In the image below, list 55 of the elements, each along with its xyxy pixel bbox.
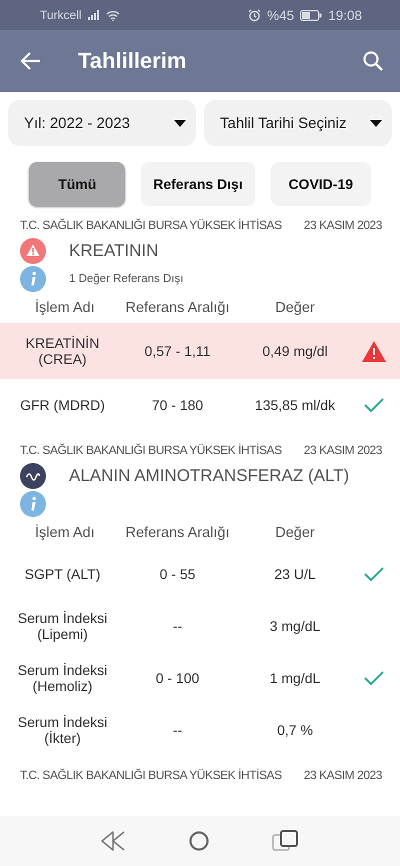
signal-icon (88, 10, 100, 20)
reference-range: -- (172, 722, 184, 738)
test-name: Serum İndeksi (İkter) (16, 714, 108, 746)
result-note: 1 Değer Referans Dışı (69, 273, 184, 285)
battery-icon (300, 10, 322, 20)
result-value: 3 mg/dL (268, 618, 322, 634)
reference-range: -- (172, 618, 184, 634)
result-value: 1 mg/dL (268, 670, 322, 686)
result-value: 23 U/L (273, 566, 317, 582)
test-title: KREATININ (69, 241, 158, 261)
reference-range: 70 - 180 (150, 397, 204, 413)
institution-name: T.C. SAĞLIK BAKANLIĞI BURSA YÜKSEK İHTİSAS (20, 768, 282, 783)
recents-nav-button[interactable] (272, 830, 300, 852)
institution-name: T.C. SAĞLIK BAKANLIĞI BURSA YÜKSEK İHTİSAS (20, 218, 282, 233)
battery-percent: %45 (267, 8, 294, 22)
dropdown[interactable]: Yıl: 2022 - 2023 (8, 100, 196, 146)
filter-tab[interactable]: COVID-19 (270, 162, 371, 206)
back-button[interactable] (20, 51, 42, 71)
test-name: KREATİNİN (CREA) (24, 335, 100, 367)
reference-range: 0 - 100 (154, 670, 200, 686)
filter-tab[interactable]: Tümü (29, 162, 126, 206)
search-button[interactable] (362, 50, 384, 72)
caret-icon (174, 120, 186, 126)
result-value: 135,85 ml/dk (254, 397, 336, 413)
result-date: 23 KASIM 2023 (304, 443, 382, 458)
reference-range: 0,57 - 1,11 (144, 343, 212, 359)
column-header: İşlem Adı (34, 300, 96, 316)
result-value: 0,7 % (276, 722, 314, 738)
test-name: Serum İndeksi (Hemoliz) (16, 662, 108, 694)
back-nav-button[interactable] (100, 830, 126, 852)
result-date: 23 KASIM 2023 (304, 218, 382, 233)
test-name: GFR (MDRD) (19, 397, 106, 413)
dropdown[interactable]: Tahlil Tarihi Seçiniz (204, 100, 392, 146)
institution-name: T.C. SAĞLIK BAKANLIĞI BURSA YÜKSEK İHTİSAS (20, 443, 282, 458)
column-header: İşlem Adı (34, 525, 96, 541)
alarm-icon (248, 8, 262, 22)
column-header: Referans Aralığı (125, 300, 230, 316)
caret-icon (370, 120, 382, 126)
clock-time: 19:08 (328, 8, 362, 22)
column-header: Referans Aralığı (125, 525, 230, 541)
wifi-icon (106, 10, 120, 20)
test-title: ALANIN AMINOTRANSFERAZ (ALT) (69, 466, 350, 486)
warning-icon (20, 238, 46, 264)
filter-tab[interactable]: Referans Dışı (141, 162, 255, 206)
column-header: Değer (274, 525, 316, 541)
result-value: 0,49 mg/dl (261, 343, 329, 359)
test-name: SGPT (ALT) (24, 566, 102, 582)
column-header: Değer (274, 300, 316, 316)
wave-icon (20, 463, 46, 489)
result-date: 23 KASIM 2023 (304, 768, 382, 783)
carrier-name: Turkcell (40, 8, 82, 22)
reference-range: 0 - 55 (158, 566, 196, 582)
test-name: Serum İndeksi (Lipemi) (16, 610, 108, 642)
home-nav-button[interactable] (188, 830, 210, 852)
page-title: Tahlillerim (78, 48, 188, 74)
